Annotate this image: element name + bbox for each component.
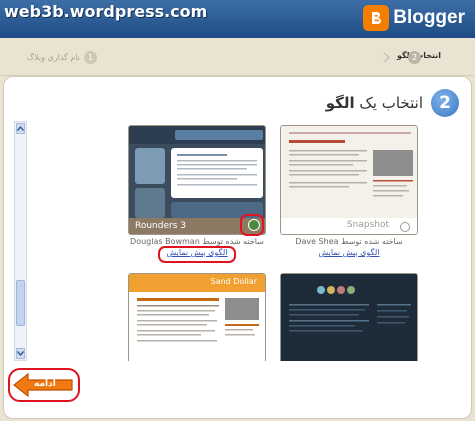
- template-thumbnail-snapshot[interactable]: Snapshot: [280, 125, 418, 235]
- chevron-up-icon: [17, 126, 24, 131]
- vertical-scrollbar[interactable]: [14, 121, 27, 361]
- dark-preview-image: [281, 274, 417, 361]
- step-2-number-wrap: 2: [408, 51, 421, 64]
- main-panel: انتخاب یک الگو 2 Rounders 3 ساخته شده تو…: [3, 76, 472, 419]
- scroll-down-button[interactable]: [16, 348, 25, 359]
- title-prefix: انتخاب یک: [359, 94, 423, 112]
- template-title-snapshot: Snapshot: [346, 220, 389, 230]
- wizard-steps: نام گذاری وبلاگ 1 انتخاب الگو 2: [0, 38, 475, 76]
- title-bold: الگو: [325, 94, 355, 112]
- top-header: web3b.wordpress.com Blogger: [0, 0, 475, 38]
- step-2-number: 2: [408, 51, 421, 64]
- chevron-down-icon: [17, 351, 24, 356]
- blogger-logo[interactable]: Blogger: [363, 3, 465, 33]
- template-list[interactable]: Rounders 3 ساخته شده توسط Douglas Bowman…: [14, 121, 452, 361]
- sand-dollar-preview-image: [129, 274, 265, 361]
- step-1-label: نام گذاری وبلاگ: [26, 53, 80, 62]
- template-card-snapshot[interactable]: Snapshot ساخته شده توسط Dave Shea الگوی …: [280, 125, 418, 257]
- template-preview-link-snapshot[interactable]: الگوی پیش نمایش: [280, 248, 418, 257]
- template-thumbnail-dark[interactable]: [280, 273, 418, 361]
- blogger-logo-text: Blogger: [393, 7, 465, 28]
- template-preview-link-rounders-3[interactable]: الگوی پیش نمایش: [128, 248, 266, 257]
- scroll-thumb[interactable]: [16, 280, 25, 326]
- template-thumbnail-rounders-3[interactable]: Rounders 3: [128, 125, 266, 235]
- step-1: نام گذاری وبلاگ 1: [27, 51, 97, 64]
- snapshot-preview-image: [281, 126, 417, 234]
- template-card-sand-dollar[interactable]: Sand Dollar: [128, 273, 266, 361]
- rounders-preview-image: [129, 126, 265, 234]
- step-1-number: 1: [84, 51, 97, 64]
- continue-label: ادامه: [34, 379, 56, 389]
- scroll-up-button[interactable]: [16, 123, 25, 134]
- step-arrow-icon: [383, 52, 391, 63]
- template-card-rounders-3[interactable]: Rounders 3 ساخته شده توسط Douglas Bowman…: [128, 125, 266, 257]
- template-thumbnail-sand-dollar[interactable]: Sand Dollar: [128, 273, 266, 361]
- panel-heading: انتخاب یک الگو 2: [326, 89, 459, 117]
- blogger-b-icon: [363, 5, 390, 31]
- watermark-text: web3b.wordpress.com: [4, 2, 208, 21]
- template-card-dark[interactable]: [280, 273, 418, 361]
- step-number-badge: 2: [431, 89, 459, 117]
- selected-radio-icon[interactable]: [248, 219, 260, 231]
- template-author-snapshot: ساخته شده توسط Dave Shea: [295, 237, 403, 246]
- template-title-sand-dollar: Sand Dollar: [210, 277, 257, 286]
- template-title-rounders-3: Rounders 3: [135, 221, 186, 231]
- continue-button[interactable]: ادامه: [12, 372, 76, 398]
- page-title: انتخاب یک الگو: [326, 94, 423, 112]
- template-author-rounders-3: ساخته شده توسط Douglas Bowman: [130, 237, 264, 246]
